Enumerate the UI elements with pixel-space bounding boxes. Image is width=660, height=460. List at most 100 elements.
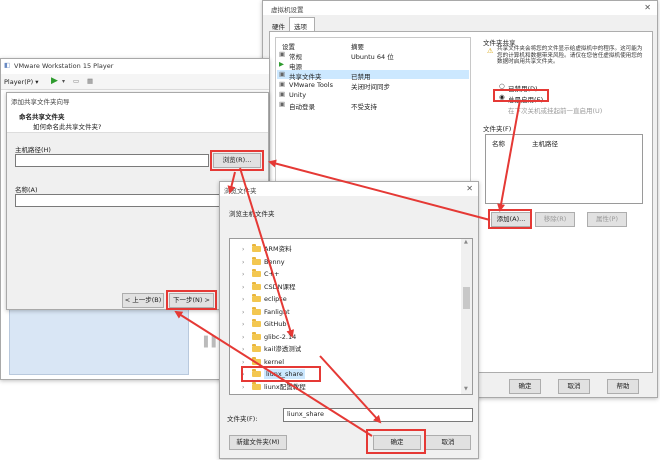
radio-until-shutdown[interactable]: 在下次关机或挂起前一直启用(U) — [499, 104, 639, 115]
folder-tree-item-selected[interactable]: › liunx_share — [242, 368, 452, 381]
sharing-warning-text: 共享文件夹会将您的文件显示给虚拟机中的程序。这可能为您的计算机和数据带来风险。请… — [497, 46, 643, 66]
unity-icon: ▣ — [279, 90, 286, 98]
ok-button[interactable]: 确定 — [509, 379, 541, 394]
play-icon[interactable]: ▶ — [51, 76, 58, 86]
player-content — [9, 305, 189, 375]
folder-tree-item[interactable]: › kail渗透测试 — [242, 343, 452, 356]
folder-tree-item-label: liunx配置教程 — [264, 382, 306, 391]
folder-tree-item[interactable]: › eclipse — [242, 293, 452, 306]
wizard-heading: 命名共享文件夹 — [19, 113, 65, 121]
folders-list[interactable]: 名称 主机路径 — [485, 134, 643, 204]
folder-tree-item[interactable]: › Benny — [242, 256, 452, 269]
table-row[interactable]: ▶ 电源 — [277, 60, 469, 71]
folder-icon — [252, 294, 261, 302]
warning-icon: ⚠ — [487, 47, 494, 55]
folder-icon — [252, 306, 261, 315]
folder-icon — [252, 356, 261, 365]
radio-off-icon: ○ — [499, 82, 505, 90]
folder-tree-item[interactable]: › C++ — [242, 268, 452, 281]
folder-tree-item-label: kail渗透测试 — [264, 345, 302, 353]
scroll-down-icon[interactable]: ▼ — [464, 386, 468, 392]
close-icon[interactable]: ✕ — [466, 184, 473, 193]
host-path-input[interactable] — [15, 154, 209, 167]
folder-icon — [252, 381, 261, 390]
folder-icon — [252, 344, 261, 352]
folder-tree-item-label: Benny — [264, 257, 285, 266]
column-header-host-path: 主机路径 — [532, 140, 558, 148]
table-row[interactable]: ▣ Unity — [277, 90, 469, 99]
radio-on-icon: ◉ — [499, 93, 505, 101]
tab-hardware[interactable]: 硬件 — [269, 19, 291, 31]
folder-tree-item[interactable]: › liunx配置教程 — [242, 381, 452, 394]
browse-title: 浏览文件夹 — [224, 187, 257, 195]
browse-title-bar: 浏览文件夹 ✕ — [220, 182, 478, 196]
browse-ok-button[interactable]: 确定 — [373, 435, 421, 450]
folder-tree-item-label: liunx_share — [264, 369, 305, 379]
folder-tree-item-label: CSDN课程 — [264, 282, 296, 291]
cancel-button[interactable]: 取消 — [558, 379, 590, 394]
folder-icon — [252, 281, 261, 290]
folder-icon — [252, 256, 261, 265]
dropdown-icon[interactable]: ▾ — [62, 78, 65, 85]
folder-tree-item[interactable]: ›MyAd17 — [242, 393, 452, 395]
tree-scrollbar-thumb[interactable] — [463, 287, 470, 309]
remove-folder-button[interactable]: 移除(R) — [535, 212, 575, 227]
window-title: 虚拟机设置 — [271, 6, 304, 14]
tab-options[interactable]: 选项 — [289, 17, 315, 32]
folder-tree-item[interactable]: › ARM资料 — [242, 243, 452, 256]
new-folder-button[interactable]: 新建文件夹(M) — [229, 435, 287, 450]
wizard-title: 添加共享文件夹向导 — [11, 98, 70, 106]
host-path-label: 主机路径(H) — [15, 146, 51, 154]
close-icon[interactable]: ✕ — [644, 3, 651, 12]
player-menu[interactable]: Player(P) ▾ — [4, 78, 39, 86]
folder-tree-item[interactable]: › Fanlight — [242, 306, 452, 319]
player-title: VMware Workstation 15 Player — [14, 62, 114, 70]
player-toolbar: Player(P) ▾ ▶ ▾ ▭ ▦ — [1, 74, 269, 90]
folder-tree-item[interactable]: › glibc-2.14 — [242, 331, 452, 344]
folder-tree[interactable]: › ARM资料 › Benny › C++ › CSDN课程 › eclipse › Fanlight… — [229, 238, 473, 395]
column-header-name: 名称 — [492, 140, 505, 148]
pause-icon: ▌▌ — [204, 337, 220, 348]
devices-icon[interactable]: ▦ — [87, 77, 93, 85]
browse-cancel-button[interactable]: 取消 — [425, 435, 471, 450]
table-row-shared-folders[interactable]: ▣ 共享文件夹 已禁用 — [277, 70, 469, 81]
wizard-title-bar: 添加共享文件夹向导 — [7, 93, 268, 107]
tree-scrollbar[interactable]: ▲ ▼ — [461, 239, 472, 394]
folder-tree-item-label: kernel — [264, 357, 285, 366]
folder-tree-item[interactable]: › CSDN课程 — [242, 281, 452, 294]
settings-icon: ▣ — [279, 50, 286, 58]
folder-properties-button[interactable]: 属性(P) — [587, 212, 627, 227]
folder-tree-item-label: C++ — [264, 270, 280, 278]
help-button[interactable]: 帮助 — [607, 379, 639, 394]
browse-button[interactable]: 浏览(R)... — [213, 153, 261, 168]
next-button[interactable]: 下一步(N) > — [169, 293, 214, 308]
folder-tree-item-label: glibc-2.14 — [264, 332, 297, 341]
folder-icon — [252, 331, 261, 340]
folder-tree-item-label: GitHub — [264, 320, 287, 328]
radio-disabled[interactable]: ○ 已禁用(D) — [499, 82, 599, 93]
folder-tree-item[interactable]: › GitHub — [242, 318, 452, 331]
folder-field-input[interactable]: liunx_share — [283, 408, 473, 422]
window-title-bar: 虚拟机设置 ✕ — [263, 1, 657, 15]
folder-icon — [252, 244, 261, 252]
back-button[interactable]: < 上一步(B) — [122, 293, 164, 308]
table-row[interactable]: ▣ 自动登录 不受支持 — [277, 100, 469, 111]
autologin-icon: ▣ — [279, 100, 286, 108]
vmware-tools-icon: ▣ — [279, 80, 286, 88]
vm-icon[interactable]: ▭ — [73, 77, 79, 85]
table-row[interactable]: ▣ 常规 Ubuntu 64 位 — [277, 50, 469, 61]
browse-prompt: 浏览主机文件夹 — [229, 210, 275, 218]
folder-field-label: 文件夹(F): — [227, 415, 258, 423]
folder-tree-item[interactable]: › kernel — [242, 356, 452, 369]
power-icon: ▶ — [279, 60, 284, 68]
radio-always-enabled[interactable]: ◉ 总是启用(E) — [499, 93, 599, 104]
folder-icon — [252, 369, 261, 377]
scroll-up-icon[interactable]: ▲ — [464, 239, 468, 245]
folder-tree-item-label: ARM资料 — [264, 245, 292, 253]
chevron-right-icon[interactable]: › — [242, 394, 252, 395]
table-row[interactable]: ▣ VMware Tools 关闭时间同步 — [277, 80, 469, 91]
name-label: 名称(A) — [15, 186, 38, 194]
add-folder-button[interactable]: 添加(A)... — [491, 212, 531, 227]
folder-icon — [252, 269, 261, 277]
vmware-logo-icon: ◧ — [4, 61, 11, 69]
